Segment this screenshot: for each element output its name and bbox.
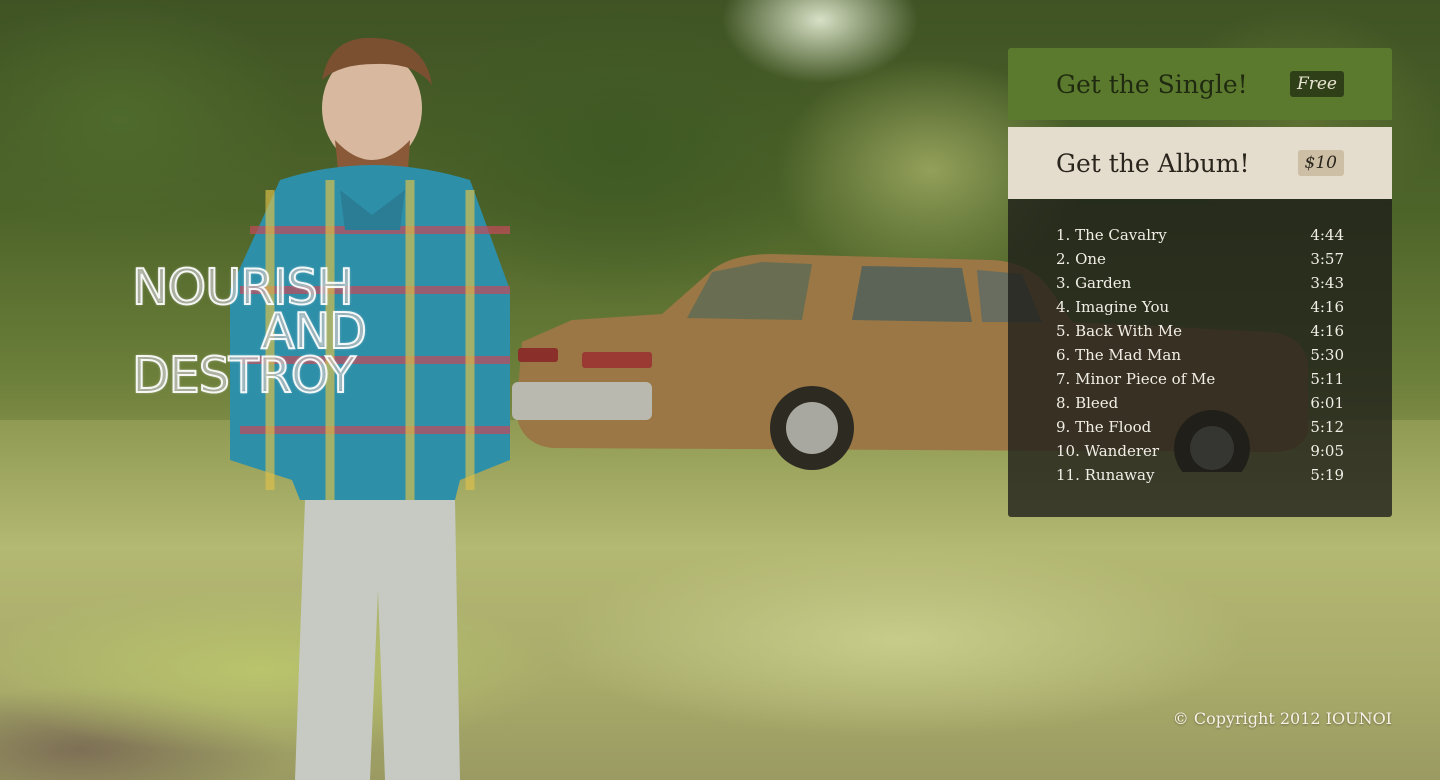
track-title: 7. Minor Piece of Me — [1056, 370, 1216, 388]
track-item[interactable]: 11. Runaway 5:19 — [1056, 463, 1344, 487]
track-duration: 9:05 — [1310, 442, 1344, 460]
track-duration: 4:16 — [1310, 298, 1344, 316]
track-duration: 4:16 — [1310, 322, 1344, 340]
store-panel: Get the Single! Free Get the Album! $10 … — [1008, 48, 1392, 517]
single-price-badge: Free — [1289, 71, 1344, 97]
track-item[interactable]: 4. Imagine You 4:16 — [1056, 295, 1344, 319]
track-title: 3. Garden — [1056, 274, 1132, 292]
track-title: 1. The Cavalry — [1056, 226, 1167, 244]
track-duration: 5:12 — [1310, 418, 1344, 436]
track-duration: 5:19 — [1310, 466, 1344, 484]
get-album-button[interactable]: Get the Album! $10 — [1008, 127, 1392, 199]
get-single-label: Get the Single! — [1056, 69, 1248, 99]
track-item[interactable]: 2. One 3:57 — [1056, 247, 1344, 271]
track-title: 5. Back With Me — [1056, 322, 1182, 340]
track-title: 9. The Flood — [1056, 418, 1152, 436]
track-item[interactable]: 9. The Flood 5:12 — [1056, 415, 1344, 439]
track-list: 1. The Cavalry 4:44 2. One 3:57 3. Garden 3… — [1008, 199, 1392, 517]
track-title: 8. Bleed — [1056, 394, 1119, 412]
track-item[interactable]: 3. Garden 3:43 — [1056, 271, 1344, 295]
track-duration: 5:11 — [1310, 370, 1344, 388]
track-title: 11. Runaway — [1056, 466, 1155, 484]
band-title-line-3: DESTROY — [131, 347, 357, 404]
track-item[interactable]: 1. The Cavalry 4:44 — [1056, 223, 1344, 247]
copyright-text: © Copyright 2012 IOUNOI — [1172, 709, 1392, 728]
track-item[interactable]: 7. Minor Piece of Me 5:11 — [1056, 367, 1344, 391]
track-title: 4. Imagine You — [1056, 298, 1170, 316]
track-item[interactable]: 6. The Mad Man 5:30 — [1056, 343, 1344, 367]
track-duration: 5:30 — [1310, 346, 1344, 364]
track-item[interactable]: 8. Bleed 6:01 — [1056, 391, 1344, 415]
track-title: 10. Wanderer — [1056, 442, 1160, 460]
person-image — [230, 37, 510, 780]
track-duration: 6:01 — [1310, 394, 1344, 412]
get-album-label: Get the Album! — [1056, 148, 1250, 178]
album-price-badge: $10 — [1297, 150, 1344, 176]
track-duration: 3:57 — [1310, 250, 1344, 268]
track-duration: 4:44 — [1310, 226, 1344, 244]
track-duration: 3:43 — [1310, 274, 1344, 292]
get-single-button[interactable]: Get the Single! Free — [1008, 48, 1392, 120]
track-title: 2. One — [1056, 250, 1106, 268]
track-title: 6. The Mad Man — [1056, 346, 1182, 364]
track-item[interactable]: 5. Back With Me 4:16 — [1056, 319, 1344, 343]
band-title: NOURISH AND DESTROY — [131, 262, 372, 404]
track-item[interactable]: 10. Wanderer 9:05 — [1056, 439, 1344, 463]
